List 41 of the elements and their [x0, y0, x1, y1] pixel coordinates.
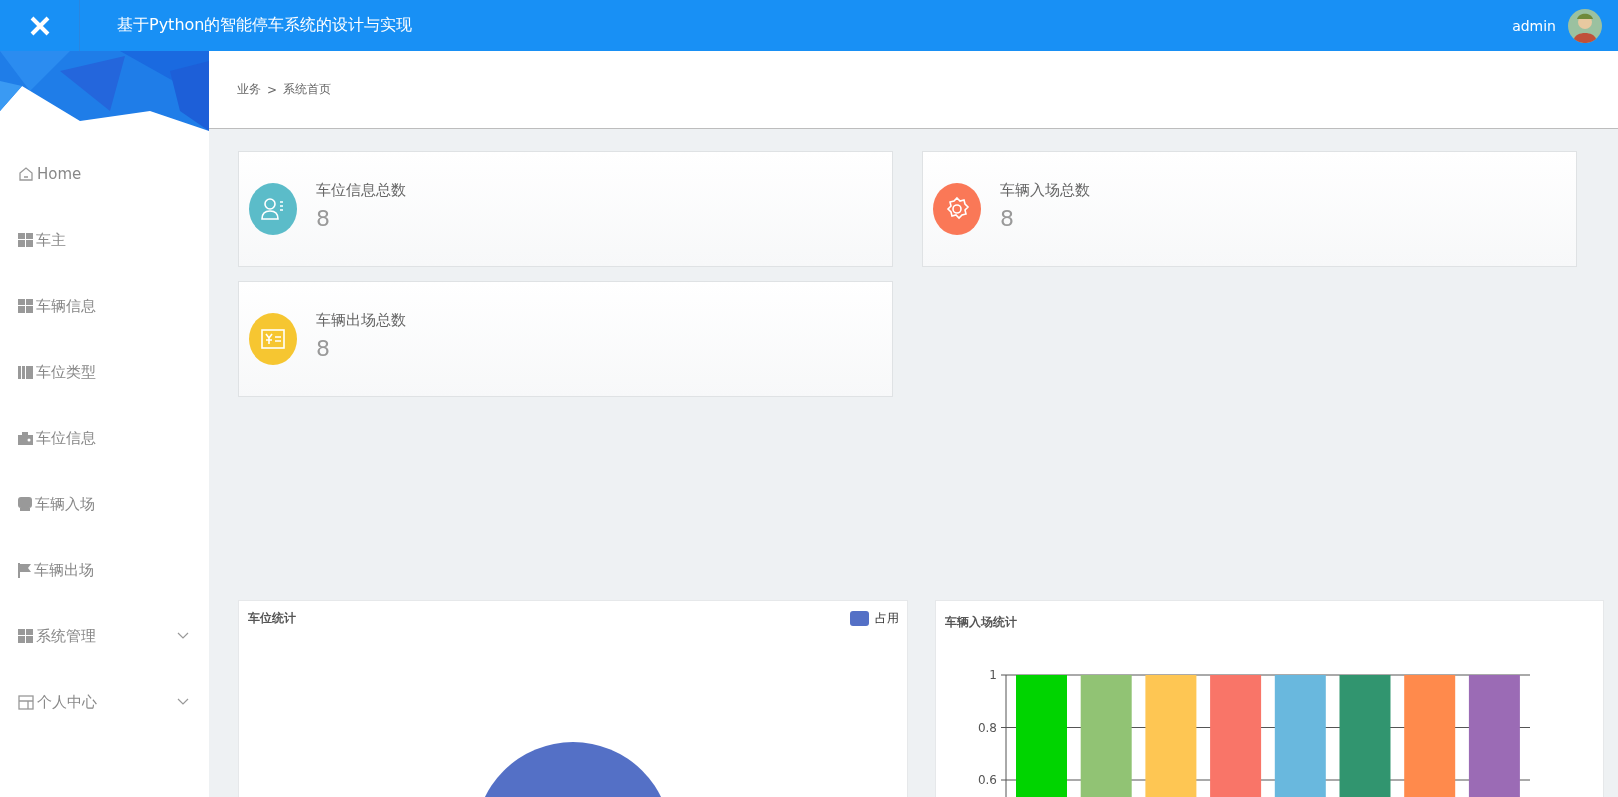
- stat-title: 车辆入场总数: [1000, 181, 1090, 200]
- sidebar-item[interactable]: 车位信息: [0, 405, 209, 471]
- stat-value: 8: [316, 206, 331, 231]
- stat-title: 车位信息总数: [316, 181, 406, 200]
- legend-swatch[interactable]: [850, 611, 869, 626]
- sidebar-item[interactable]: 车位类型: [0, 339, 209, 405]
- sidebar-item[interactable]: 系统管理: [0, 603, 209, 669]
- chart-title: 车辆入场统计: [945, 614, 1017, 631]
- axis-tick-label: 1: [989, 668, 997, 682]
- chart-title: 车位统计: [248, 610, 296, 627]
- axis-tick-label: 0.8: [977, 720, 997, 735]
- grid-icon: [18, 299, 33, 313]
- grid-icon: [18, 233, 33, 247]
- grid-icon: [18, 629, 33, 643]
- sidebar-item[interactable]: Home: [0, 141, 209, 207]
- app-title: 基于Python的智能停车系统的设计与实现: [117, 15, 414, 36]
- sidebar-item[interactable]: 车主: [0, 207, 209, 273]
- wallet-icon: [18, 431, 33, 445]
- stat-value: 8: [1000, 206, 1015, 231]
- flag-icon: [18, 562, 31, 578]
- user-avatar[interactable]: [1568, 8, 1602, 43]
- sidebar-item[interactable]: 车辆入场: [0, 471, 209, 537]
- user-card-icon: [260, 196, 286, 222]
- home-icon: [18, 166, 34, 182]
- receipt-icon: [260, 327, 286, 351]
- close-icon: [28, 14, 51, 37]
- stat-title: 车辆出场总数: [316, 311, 406, 330]
- bookshelf-icon: [18, 365, 33, 379]
- sidebar-item[interactable]: 个人中心: [0, 669, 209, 735]
- breadcrumb-separator: >: [267, 82, 278, 97]
- stat-value: 8: [316, 336, 331, 361]
- breadcrumb-item: 系统首页: [283, 81, 332, 98]
- browser-window-icon: [18, 694, 34, 710]
- gear-icon: [944, 196, 970, 222]
- breadcrumb-item[interactable]: 业务: [237, 81, 261, 98]
- sidebar-item[interactable]: 车辆出场: [0, 537, 209, 603]
- sidebar-item[interactable]: 车辆信息: [0, 273, 209, 339]
- axis-tick-label: 0.6: [977, 773, 997, 787]
- car-seat-icon: [18, 496, 32, 512]
- legend-label[interactable]: 占用: [875, 610, 899, 627]
- user-name[interactable]: admin: [1512, 17, 1556, 34]
